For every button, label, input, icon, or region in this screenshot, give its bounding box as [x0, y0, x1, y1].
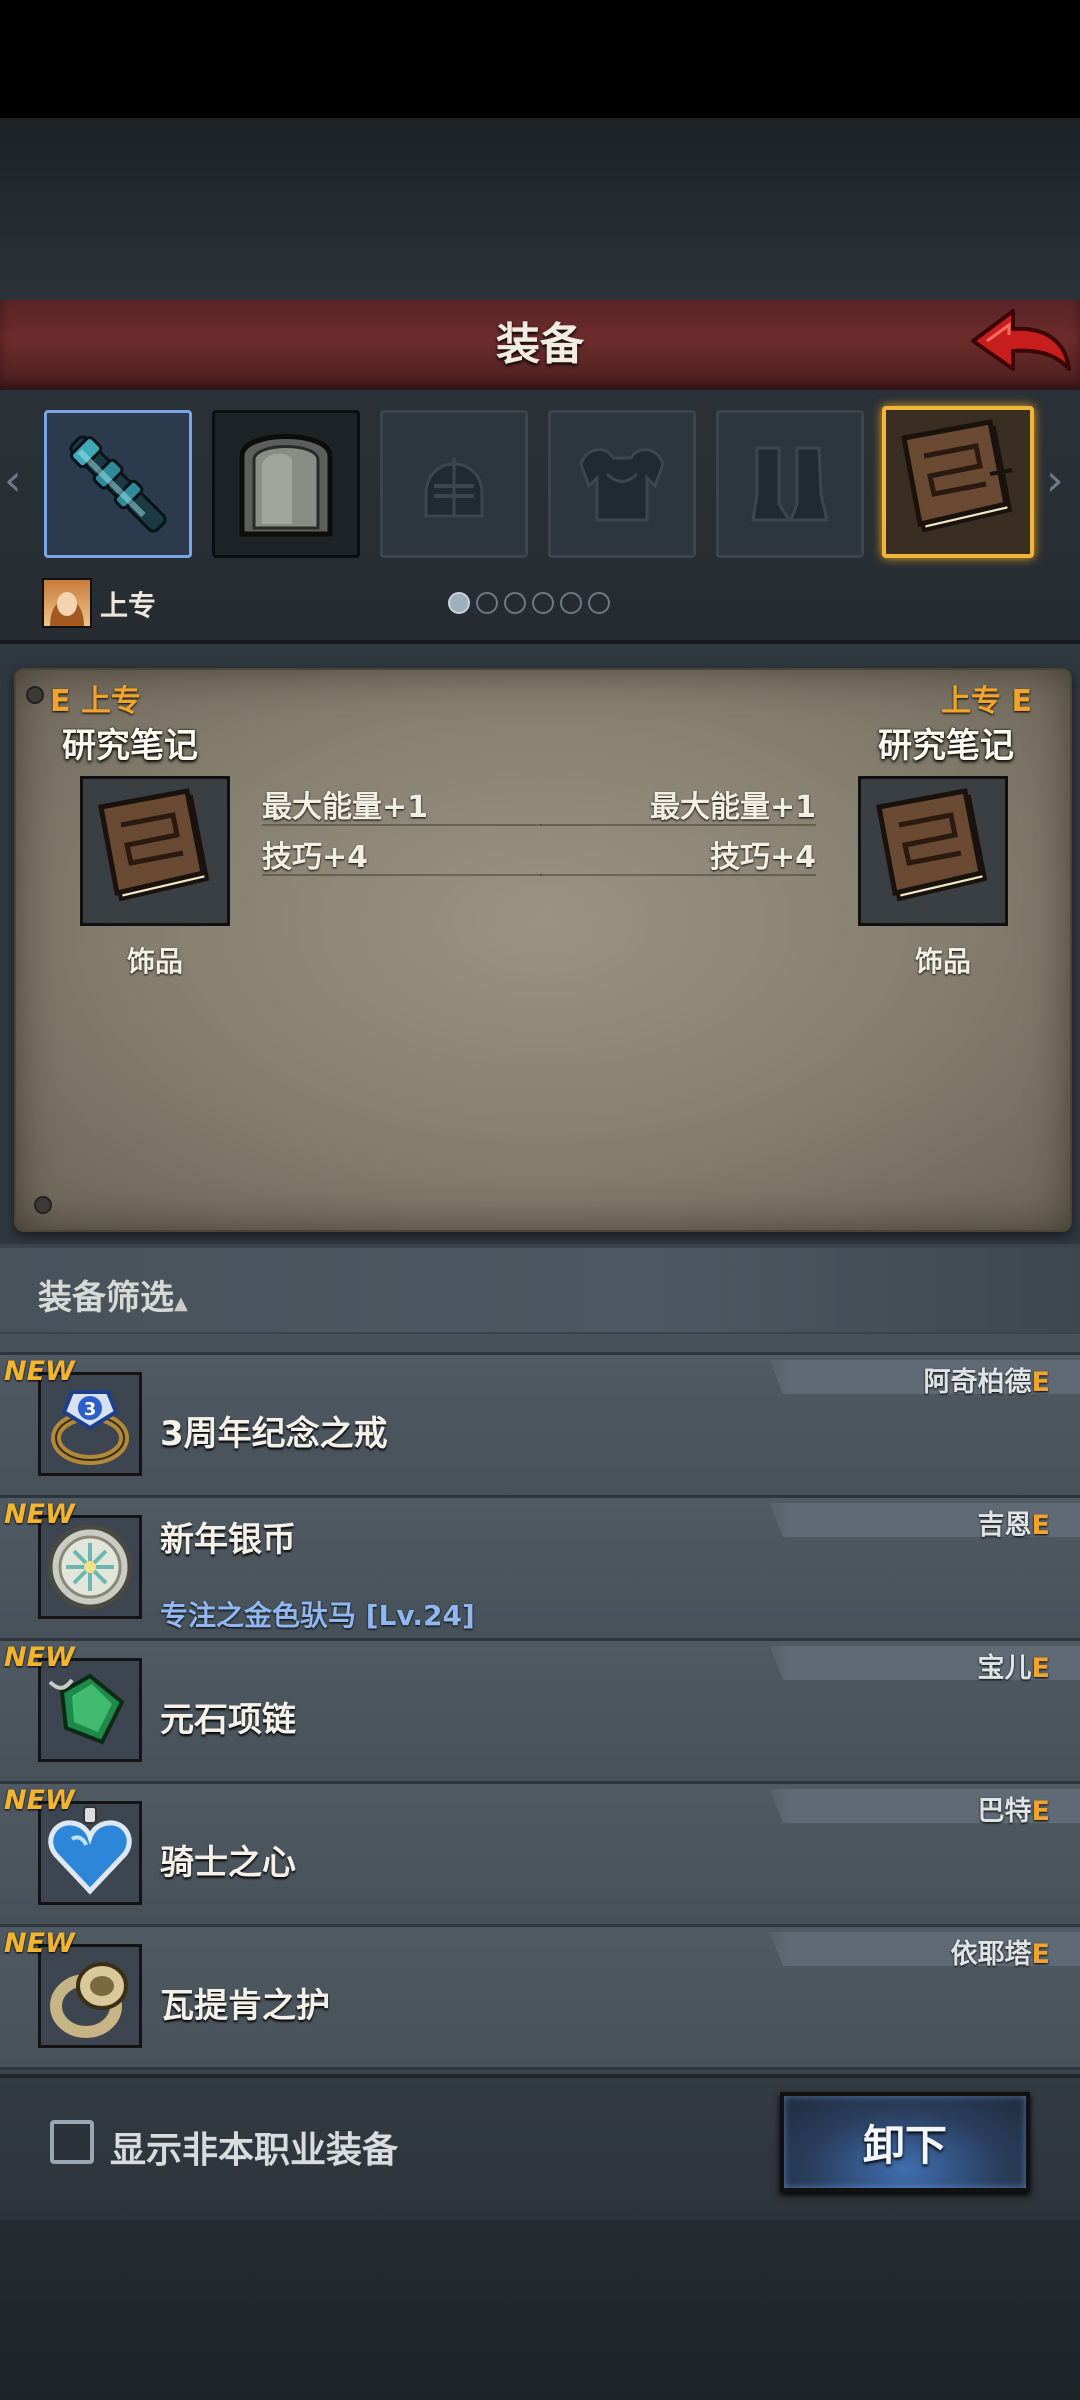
- page-title: 装备: [496, 319, 584, 370]
- boots-icon: [751, 446, 829, 522]
- owner-label: 阿奇柏德E: [923, 1367, 1050, 1398]
- selected-stat: 最大能量+1: [649, 790, 816, 825]
- next-arrow-icon[interactable]: ›: [1046, 456, 1064, 506]
- list-scroll-edge: [0, 1334, 1080, 1355]
- slot-weapon[interactable]: [44, 410, 192, 558]
- armor-icon: [579, 448, 665, 522]
- shield-icon: [239, 434, 333, 537]
- item-icon-frame: [38, 1658, 142, 1762]
- pager-dot[interactable]: [476, 592, 498, 614]
- item-name: 3周年纪念之戒: [160, 1414, 388, 1454]
- bottom-backdrop: [0, 2220, 1080, 2400]
- owner-label: 巴特E: [977, 1796, 1050, 1827]
- filter-toggle[interactable]: 装备筛选▲: [38, 1270, 188, 1319]
- current-item-icon-frame: [80, 776, 230, 926]
- owner-label: 吉恩E: [977, 1510, 1050, 1541]
- pager-dot[interactable]: [560, 592, 582, 614]
- pager-dot[interactable]: [504, 592, 526, 614]
- rivet-icon: [26, 686, 44, 704]
- gold-ring-icon: [50, 1962, 128, 2038]
- stat-divider: [262, 824, 542, 826]
- item-name: 新年银币: [160, 1520, 296, 1560]
- owner-label: 宝儿E: [977, 1653, 1050, 1684]
- current-item-name: 研究笔记: [62, 726, 198, 766]
- selected-stat: 技巧+4: [709, 840, 816, 875]
- pager-dots: [448, 592, 610, 616]
- unequip-button[interactable]: 卸下: [780, 2092, 1030, 2192]
- new-badge: NEW: [4, 1356, 75, 1387]
- owner-label: 依耶塔E: [950, 1939, 1050, 1970]
- coin-icon: [47, 1524, 133, 1610]
- pager-dot[interactable]: [532, 592, 554, 614]
- book-icon: [876, 788, 988, 902]
- selected-item-type: 饰品: [914, 945, 971, 978]
- item-icon-frame: [38, 1801, 142, 1905]
- item-name: 元石项链: [160, 1700, 296, 1740]
- slot-armor[interactable]: [548, 410, 696, 558]
- character-name: 上专: [100, 589, 157, 622]
- stat-divider: [540, 874, 816, 876]
- selected-item-name: 研究笔记: [878, 726, 1014, 766]
- pager-dot[interactable]: [448, 592, 470, 614]
- selected-item-icon-frame: [858, 776, 1008, 926]
- current-stat: 技巧+4: [262, 840, 369, 875]
- current-grade-label: E 上专: [50, 684, 141, 719]
- new-badge: NEW: [4, 1642, 75, 1673]
- ring-icon: 3: [51, 1390, 129, 1465]
- crystal-necklace-icon: [48, 1673, 125, 1745]
- svg-text:3: 3: [84, 1399, 97, 1420]
- status-area: [0, 0, 1080, 118]
- prev-arrow-icon[interactable]: ‹: [4, 456, 22, 506]
- heart-pendant-icon: [48, 1806, 132, 1895]
- avatar-portrait-icon: [50, 592, 84, 626]
- item-name: 骑士之心: [160, 1843, 296, 1883]
- wand-icon: [69, 435, 167, 533]
- book-icon: [901, 419, 1013, 533]
- character-avatar: [42, 578, 92, 628]
- back-button[interactable]: [965, 303, 1077, 387]
- show-other-class-label[interactable]: 显示非本职业装备: [110, 2121, 398, 2173]
- slot-boots[interactable]: [716, 410, 864, 558]
- filter-label: 装备筛选: [38, 1278, 174, 1318]
- slot-shield[interactable]: [212, 410, 360, 558]
- top-backdrop: [0, 118, 1080, 300]
- sort-triangle-icon: ▲: [174, 1293, 188, 1314]
- item-equipped-by: 专注之金色驮马 [Lv.24]: [160, 1599, 475, 1632]
- selected-grade-label: 上专 E: [941, 684, 1032, 719]
- book-icon: [98, 788, 210, 902]
- new-badge: NEW: [4, 1785, 75, 1816]
- item-name: 瓦提肯之护: [160, 1986, 330, 2026]
- new-badge: NEW: [4, 1928, 75, 1959]
- item-icon-frame: [38, 1515, 142, 1619]
- slot-accessory[interactable]: [882, 406, 1034, 558]
- show-other-class-checkbox[interactable]: [50, 2120, 94, 2164]
- item-icon-frame: 3: [38, 1372, 142, 1476]
- rivet-icon: [34, 1196, 52, 1214]
- slot-helmet[interactable]: [380, 410, 528, 558]
- pager-dot[interactable]: [588, 592, 610, 614]
- back-arrow-icon: [971, 309, 1071, 371]
- stat-divider: [262, 874, 542, 876]
- current-stat: 最大能量+1: [262, 790, 429, 825]
- new-badge: NEW: [4, 1499, 75, 1530]
- helmet-icon: [424, 458, 484, 518]
- item-icon-frame: [38, 1944, 142, 2048]
- current-item-type: 饰品: [126, 945, 183, 978]
- stat-divider: [540, 824, 816, 826]
